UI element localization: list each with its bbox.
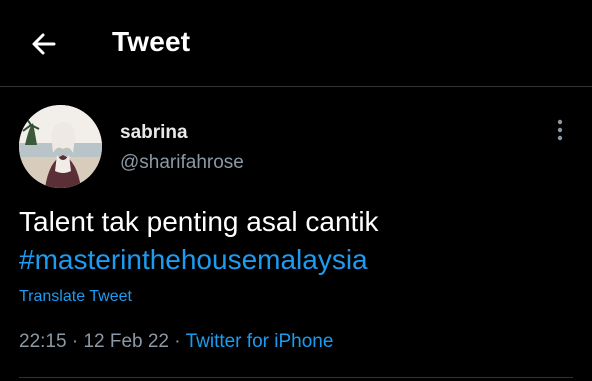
tweet-metadata: 22:15 · 12 Feb 22 · Twitter for iPhone xyxy=(19,331,333,353)
top-bar: Tweet xyxy=(0,0,592,87)
translate-tweet-link[interactable]: Translate Tweet xyxy=(19,288,132,306)
vertical-ellipsis-icon xyxy=(557,119,563,141)
author-handle[interactable]: @sharifahrose xyxy=(120,152,244,174)
author-display-name[interactable]: sabrina xyxy=(120,122,188,144)
avatar[interactable] xyxy=(19,105,102,188)
avatar-image xyxy=(19,105,102,188)
page-title: Tweet xyxy=(112,26,191,57)
tweet-body: Talent tak penting asal cantik #masterin… xyxy=(19,203,579,279)
meta-separator: · xyxy=(71,331,79,352)
arrow-left-icon xyxy=(32,33,56,55)
meta-separator: · xyxy=(174,331,181,352)
tweet-date: 12 Feb 22 xyxy=(83,331,170,352)
tweet-time: 22:15 xyxy=(19,331,67,352)
divider xyxy=(19,377,573,378)
back-button[interactable] xyxy=(28,28,60,60)
hashtag-link[interactable]: #masterinthehousemalaysia xyxy=(19,241,579,279)
tweet-text: Talent tak penting asal cantik xyxy=(19,206,379,237)
more-options-button[interactable] xyxy=(548,118,572,142)
tweet-source-link[interactable]: Twitter for iPhone xyxy=(186,331,334,352)
tweet-detail-screen: Tweet sabrina @sharifahrose Talent tak p… xyxy=(0,0,592,381)
